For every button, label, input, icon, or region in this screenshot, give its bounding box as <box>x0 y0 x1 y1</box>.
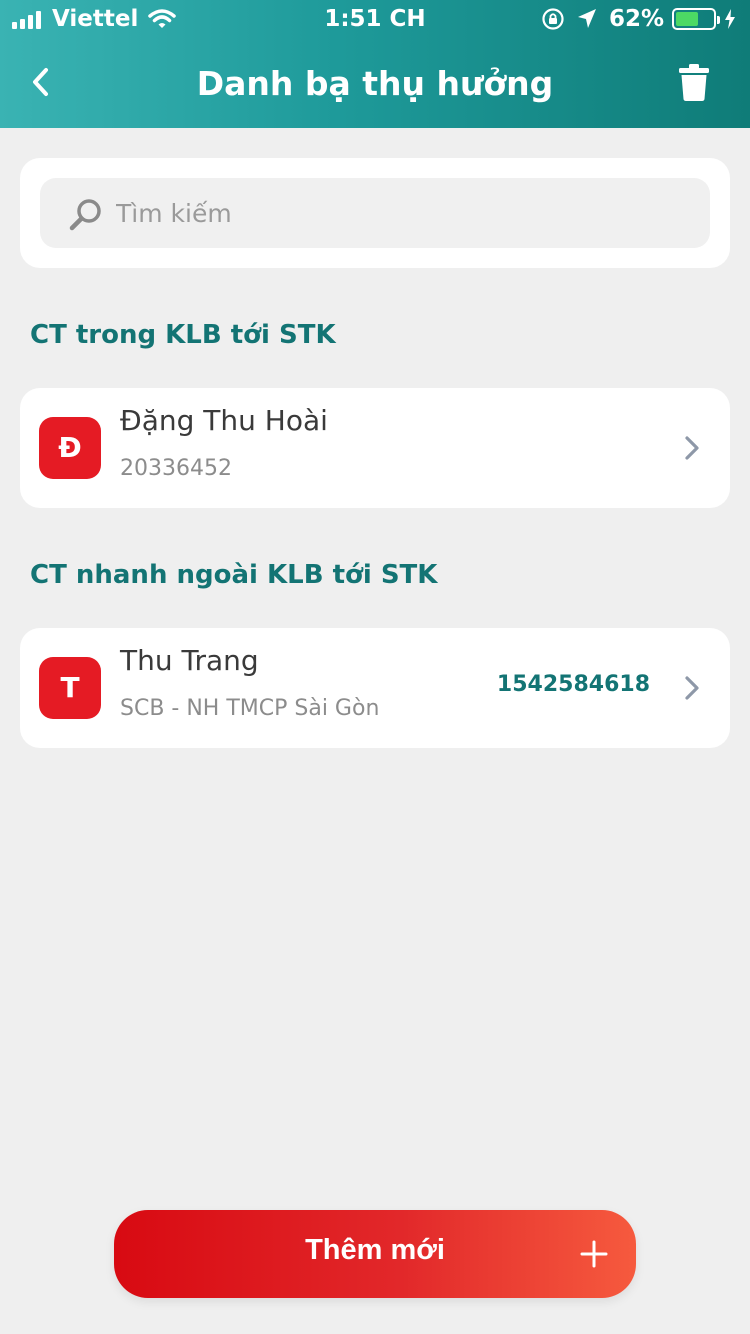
location-arrow-icon <box>577 9 596 28</box>
chevron-right-icon <box>685 436 699 460</box>
section-title-internal: CT trong KLB tới STK <box>30 320 336 350</box>
search-input[interactable] <box>116 192 676 234</box>
charging-bolt-icon <box>725 9 735 29</box>
rotation-lock-icon <box>542 8 564 30</box>
add-new-label: Thêm mới <box>305 1234 445 1266</box>
contact-avatar: T <box>39 657 101 719</box>
trash-icon <box>679 64 709 101</box>
battery-percent: 62% <box>608 6 664 32</box>
plus-icon <box>580 1240 608 1268</box>
app-header: Viettel 1:51 CH 62% Danh bạ thụ hưởng <box>0 0 750 128</box>
battery-icon <box>672 8 720 30</box>
contact-card[interactable]: Đ Đặng Thu Hoài 20336452 <box>20 388 730 508</box>
chevron-right-icon <box>685 676 699 700</box>
contact-bank-name: SCB - NH TMCP Sài Gòn <box>120 696 380 721</box>
page-title: Danh bạ thụ hưởng <box>196 64 554 103</box>
contact-account-number: 20336452 <box>120 456 232 481</box>
contact-avatar: Đ <box>39 417 101 479</box>
section-title-external: CT nhanh ngoài KLB tới STK <box>30 560 438 590</box>
battery-level <box>676 12 699 26</box>
search-box[interactable] <box>40 178 710 248</box>
status-right: 62% <box>541 6 736 32</box>
contact-account-number: 1542584618 <box>496 672 650 697</box>
contact-name: Đặng Thu Hoài <box>120 404 328 437</box>
add-new-button[interactable]: Thêm mới <box>114 1210 636 1298</box>
delete-button[interactable] <box>678 64 710 102</box>
search-card <box>20 158 730 268</box>
contact-name: Thu Trang <box>120 644 259 677</box>
search-icon <box>69 199 101 231</box>
contact-card[interactable]: T Thu Trang SCB - NH TMCP Sài Gòn 154258… <box>20 628 730 748</box>
status-bar: Viettel 1:51 CH 62% <box>0 0 750 40</box>
